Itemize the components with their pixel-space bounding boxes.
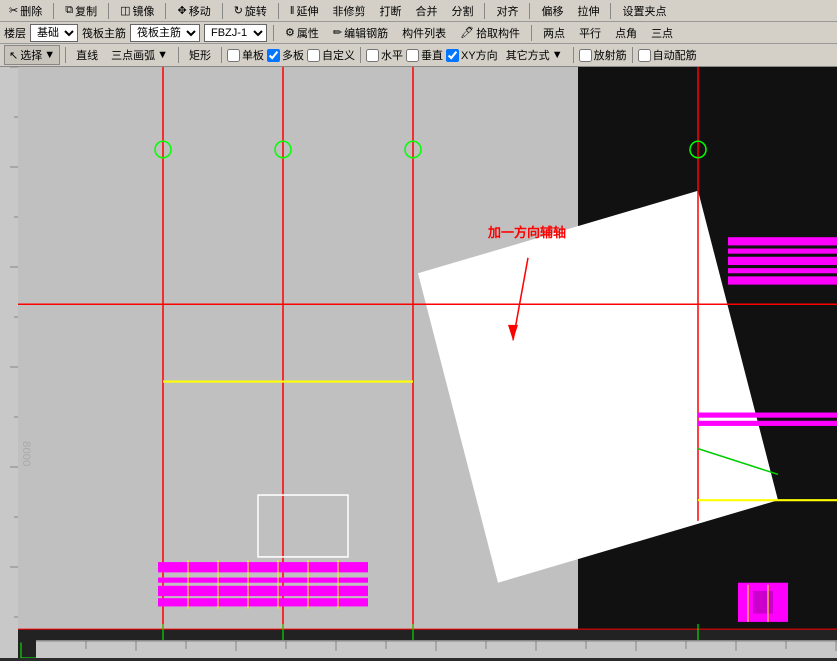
floor-select[interactable]: 基础 [30, 24, 78, 42]
pick-component-button[interactable]: 🖊 拾取构件 [455, 23, 525, 43]
separator [573, 47, 574, 63]
separator [529, 3, 530, 19]
select-button[interactable]: ↖ 选择 ▼ [4, 45, 60, 65]
separator [165, 3, 166, 19]
mirror-button[interactable]: ◫ 镜像 [115, 1, 159, 21]
type-select[interactable]: 筏板主筋 [130, 24, 200, 42]
separator [610, 3, 611, 19]
arc-button[interactable]: 三点画弧 ▼ [106, 45, 173, 65]
toolbar-row3: ↖ 选择 ▼ 直线 三点画弧 ▼ 矩形 单板 多板 自定义 [0, 44, 837, 66]
separator [632, 47, 633, 63]
copy-button[interactable]: ⧉ 复制 [60, 1, 102, 21]
extend-icon: ‖ [290, 5, 295, 17]
multi-board-checkbox[interactable] [267, 49, 280, 62]
merge-button[interactable]: 合并 [410, 1, 442, 21]
floor-label: 楼层 [4, 25, 26, 41]
vertical-checkbox[interactable] [406, 49, 419, 62]
parallel-button[interactable]: 平行 [574, 23, 606, 43]
rotate-button[interactable]: ↻ 旋转 [229, 1, 272, 21]
separator [221, 47, 222, 63]
separator [108, 3, 109, 19]
toolbar-row2: 楼层 基础 筏板主筋 筏板主筋 FBZJ-1 ⚙ 属性 ✏ 编辑钢筋 构件列表 … [0, 22, 837, 44]
separator [178, 47, 179, 63]
separator [222, 3, 223, 19]
separator [65, 47, 66, 63]
two-points-button[interactable]: 两点 [538, 23, 570, 43]
canvas-area[interactable]: 4000 4000 8000 8000 ⊕ 加一方向辅轴 [18, 67, 837, 658]
properties-button[interactable]: ⚙ 属性 [280, 23, 324, 43]
copy-icon: ⧉ [65, 4, 73, 17]
xy-direction-checkbox[interactable] [446, 49, 459, 62]
rotate-icon: ↻ [234, 4, 243, 17]
type-label: 筏板主筋 [82, 25, 126, 41]
separator [273, 25, 274, 41]
align-button[interactable]: 对齐 [491, 1, 523, 21]
move-button[interactable]: ✥ 移动 [172, 1, 215, 21]
custom-item[interactable]: 自定义 [307, 47, 355, 63]
mirror-icon: ◫ [120, 4, 130, 17]
auto-rebar-checkbox[interactable] [638, 49, 651, 62]
delete-icon: ✂ [9, 4, 18, 17]
dropdown-arrow: ▼ [552, 49, 563, 61]
rect-button[interactable]: 矩形 [184, 45, 216, 65]
other-method-button[interactable]: 其它方式 ▼ [501, 45, 568, 65]
ruler-left-svg [0, 67, 18, 658]
svg-text:8000: 8000 [20, 441, 32, 466]
ruler-left [0, 67, 18, 658]
horizontal-checkbox[interactable] [366, 49, 379, 62]
line-button[interactable]: 直线 [71, 45, 103, 65]
split-button[interactable]: 分割 [446, 1, 478, 21]
single-board-checkbox[interactable] [227, 49, 240, 62]
select-icon: ↖ [9, 49, 18, 62]
ruler-bottom-svg [36, 641, 837, 658]
separator [531, 25, 532, 41]
toolbar-row1: ✂ 删除 ⧉ 复制 ◫ 镜像 ✥ 移动 ↻ 旋转 ‖ 延伸 非修剪 [0, 0, 837, 22]
three-points-button[interactable]: 三点 [646, 23, 678, 43]
auto-rebar-item[interactable]: 自动配筋 [638, 47, 697, 63]
offset-button[interactable]: 偏移 [536, 1, 568, 21]
separator [484, 3, 485, 19]
ruler-bottom [36, 640, 837, 658]
dropdown-arrow: ▼ [44, 49, 55, 61]
point-angle-button[interactable]: 点角 [610, 23, 642, 43]
delete-button[interactable]: ✂ 删除 [4, 1, 47, 21]
radial-rebar-item[interactable]: 放射筋 [579, 47, 627, 63]
stretch-button[interactable]: 拉伸 [572, 1, 604, 21]
break-button[interactable]: 打断 [374, 1, 406, 21]
move-icon: ✥ [177, 4, 186, 17]
component-list-button[interactable]: 构件列表 [397, 23, 451, 43]
horizontal-item[interactable]: 水平 [366, 47, 403, 63]
vertical-item[interactable]: 垂直 [406, 47, 443, 63]
extend-button[interactable]: ‖ 延伸 [285, 1, 324, 21]
id-select[interactable]: FBZJ-1 [204, 24, 267, 42]
edit-rebar-button[interactable]: ✏ 编辑钢筋 [328, 23, 393, 43]
radial-rebar-checkbox[interactable] [579, 49, 592, 62]
separator [278, 3, 279, 19]
set-grip-button[interactable]: 设置夹点 [617, 1, 671, 21]
separator [360, 47, 361, 63]
drawing-svg: 4000 4000 8000 8000 ⊕ [18, 67, 837, 658]
multi-board-item[interactable]: 多板 [267, 47, 304, 63]
custom-checkbox[interactable] [307, 49, 320, 62]
dropdown-arrow: ▼ [157, 49, 168, 61]
main-area: 4000 4000 8000 8000 ⊕ 加一方向辅轴 [0, 67, 837, 658]
single-board-item[interactable]: 单板 [227, 47, 264, 63]
notrim-button[interactable]: 非修剪 [327, 1, 370, 21]
separator [53, 3, 54, 19]
xy-direction-item[interactable]: XY方向 [446, 47, 498, 63]
